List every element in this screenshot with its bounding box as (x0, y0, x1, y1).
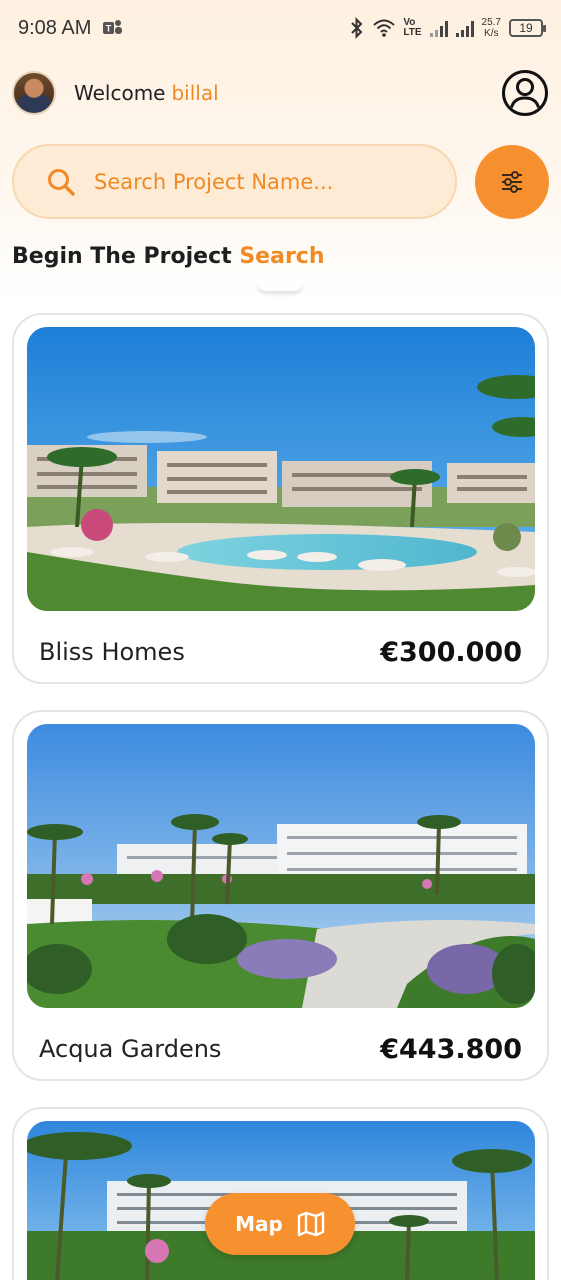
welcome-label: Welcome (74, 81, 166, 105)
battery-icon: 19 (509, 19, 546, 37)
teams-icon: T (101, 17, 123, 39)
status-bar: 9:08 AM T Vo LTE 25.7 K/s 19 (0, 0, 561, 56)
search-row (12, 144, 549, 219)
search-input[interactable] (94, 169, 414, 194)
svg-text:T: T (106, 24, 112, 34)
project-footer: Bliss Homes €300.000 (27, 611, 534, 693)
project-card[interactable]: Bliss Homes €300.000 (12, 313, 549, 684)
scroll-indicator (258, 283, 302, 291)
project-card[interactable]: Acqua Gardens €443.800 (12, 710, 549, 1081)
sliders-icon (502, 170, 522, 193)
net-speed-value: 25.7 (481, 17, 501, 28)
volte-bottom: LTE (403, 27, 422, 38)
map-button[interactable]: Map (205, 1193, 355, 1255)
profile-button[interactable] (501, 69, 549, 117)
avatar[interactable] (12, 71, 56, 115)
signal-icon-2 (455, 19, 474, 37)
bluetooth-icon (349, 17, 365, 39)
welcome-text: Welcome billal (74, 81, 219, 105)
project-price: €443.800 (380, 1033, 522, 1065)
net-speed-unit: K/s (484, 28, 499, 39)
project-price: €300.000 (380, 636, 522, 668)
wifi-icon (373, 18, 396, 38)
search-icon (48, 168, 75, 196)
project-footer: Acqua Gardens €443.800 (27, 1008, 534, 1090)
project-image (27, 327, 535, 611)
section-title-prefix: Begin The Project (12, 244, 232, 269)
map-icon (297, 1211, 325, 1237)
signal-icon-1 (429, 19, 448, 37)
project-name: Bliss Homes (39, 638, 185, 666)
project-name: Acqua Gardens (39, 1035, 222, 1063)
section-title: Begin The Project Search (12, 244, 325, 269)
header: Welcome billal (12, 70, 549, 116)
user-circle-icon (502, 70, 548, 116)
user-name: billal (171, 81, 219, 105)
section-title-accent: Search (239, 244, 325, 269)
status-time: 9:08 AM (18, 16, 92, 39)
search-box[interactable] (12, 144, 457, 219)
network-speed: 25.7 K/s (482, 17, 501, 39)
filter-button[interactable] (475, 144, 549, 219)
map-button-label: Map (235, 1212, 283, 1236)
battery-level: 19 (519, 21, 533, 35)
project-image (27, 724, 535, 1008)
volte-indicator: Vo LTE (403, 18, 421, 38)
